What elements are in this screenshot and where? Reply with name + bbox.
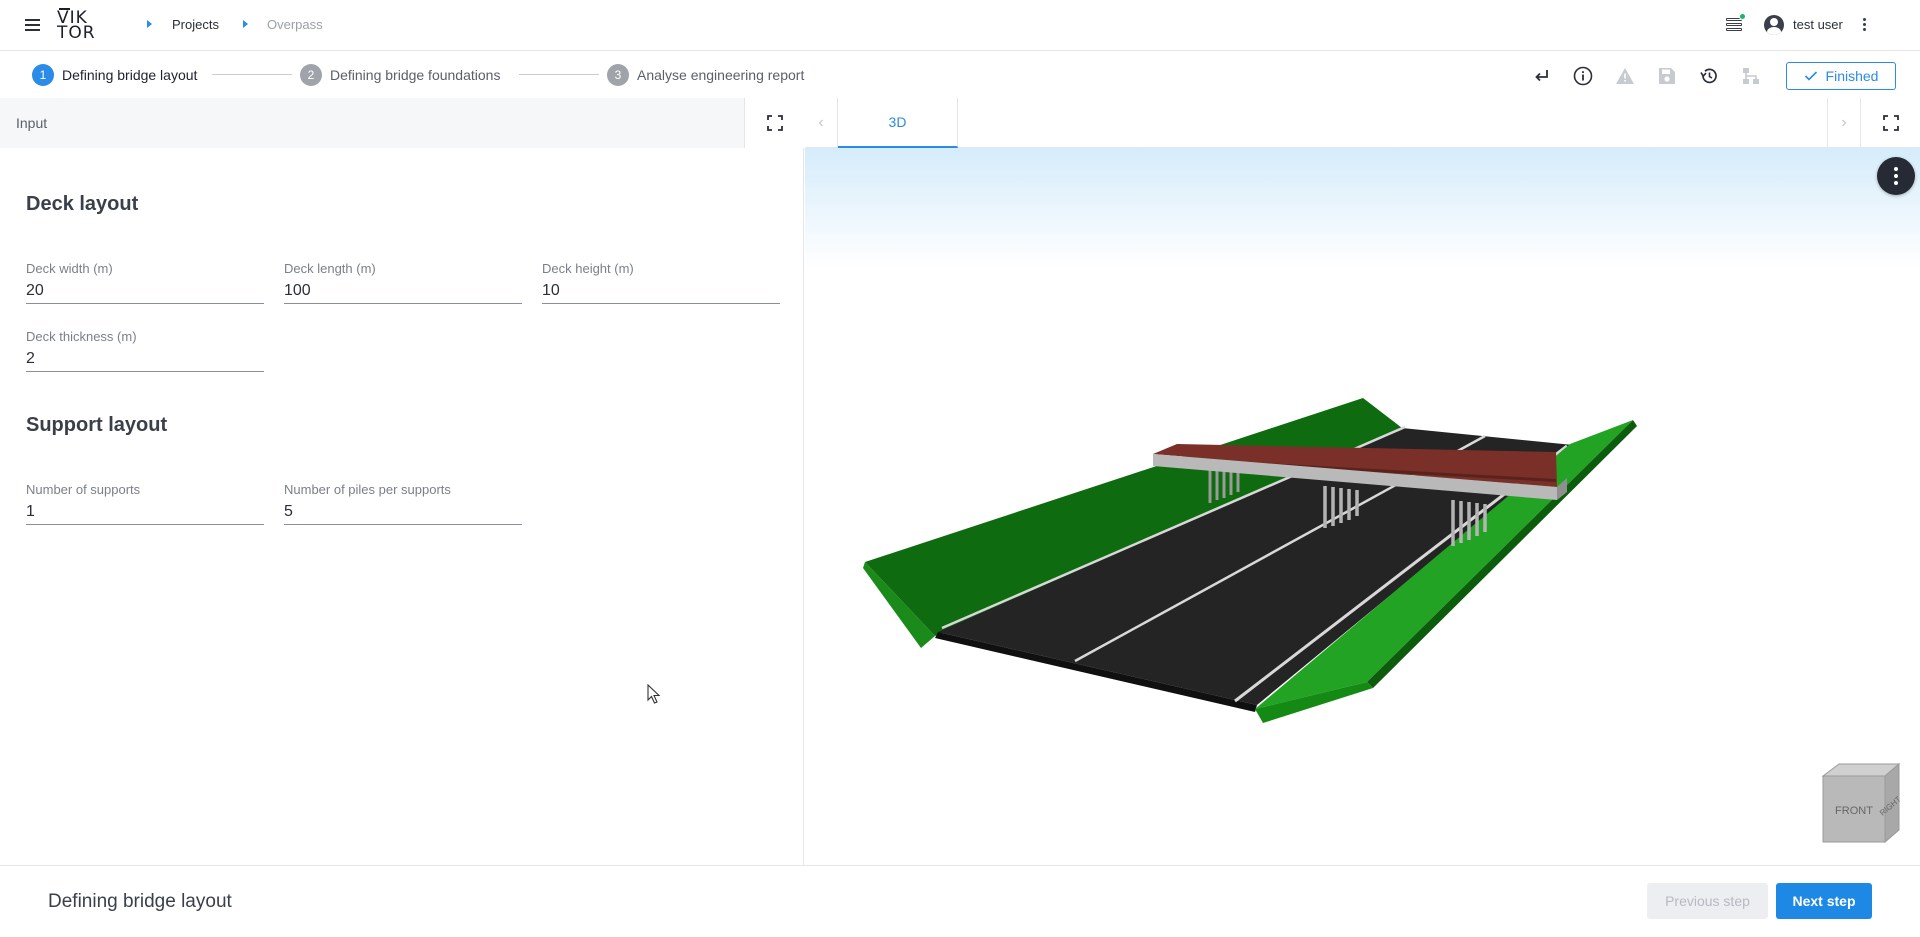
step-number: 3: [607, 64, 629, 86]
num-supports-field: Number of supports: [26, 482, 264, 528]
finished-label: Finished: [1825, 68, 1879, 84]
logo-line-2: TOR: [57, 23, 96, 43]
view-tabs: ‹ 3D ›: [805, 98, 1920, 148]
top-bar: VIK TOR Projects Overpass test user: [0, 0, 1920, 51]
viktor-logo[interactable]: VIK TOR: [57, 8, 101, 42]
check-icon: [1804, 71, 1817, 81]
history-icon[interactable]: [1698, 65, 1720, 87]
step-number: 1: [32, 64, 54, 86]
deck-thickness-field: Deck thickness (m): [26, 329, 264, 375]
status-dot: [1739, 13, 1746, 20]
step-connector: [519, 74, 599, 75]
navcube-front-label: FRONT: [1835, 805, 1873, 817]
breadcrumb-arrow-icon: [147, 20, 152, 28]
warning-icon[interactable]: [1614, 65, 1636, 87]
breadcrumb-projects[interactable]: Projects: [172, 17, 219, 32]
step-bar: 1 Defining bridge layout 2 Defining brid…: [0, 52, 1920, 98]
deck-width-input[interactable]: [26, 278, 264, 304]
menu-icon[interactable]: [22, 14, 44, 36]
tab-prev-icon[interactable]: ‹: [805, 98, 838, 148]
breadcrumb-overpass: Overpass: [267, 17, 323, 32]
navigation-cube[interactable]: FRONT RIGHT: [1819, 760, 1909, 850]
bridge-3d-scene: [863, 398, 1637, 723]
num-piles-input[interactable]: [284, 499, 522, 525]
step-1[interactable]: 1 Defining bridge layout: [32, 63, 197, 87]
deck-thickness-label: Deck thickness (m): [26, 329, 137, 344]
account-icon[interactable]: [1764, 15, 1784, 35]
num-supports-label: Number of supports: [26, 482, 141, 497]
step-label: Analyse engineering report: [637, 67, 805, 83]
mouse-cursor-icon: [647, 684, 661, 704]
return-icon[interactable]: [1531, 65, 1553, 87]
step-label: Defining bridge layout: [62, 67, 198, 83]
input-panel-header: Input: [0, 98, 744, 148]
current-step-title: Defining bridge layout: [48, 891, 232, 912]
footer-bar: Defining bridge layout Previous step Nex…: [0, 865, 1920, 937]
user-name[interactable]: test user: [1793, 17, 1843, 32]
step-connector: [212, 74, 292, 75]
num-piles-label: Number of piles per supports: [284, 482, 451, 497]
num-supports-input[interactable]: [26, 499, 264, 525]
deck-width-label: Deck width (m): [26, 261, 113, 276]
finished-button[interactable]: Finished: [1786, 62, 1896, 90]
support-layout-heading: Support layout: [26, 414, 168, 436]
step-3[interactable]: 3 Analyse engineering report: [607, 63, 804, 87]
input-panel-title: Input: [16, 115, 48, 131]
more-options-icon[interactable]: [1862, 17, 1868, 33]
deck-height-field: Deck height (m): [542, 261, 780, 307]
view-fullscreen-icon[interactable]: [1860, 98, 1920, 148]
hierarchy-icon[interactable]: [1740, 65, 1762, 87]
deck-length-label: Deck length (m): [284, 261, 376, 276]
step-2[interactable]: 2 Defining bridge foundations: [300, 63, 500, 87]
3d-viewer[interactable]: FRONT RIGHT: [805, 148, 1920, 865]
next-step-button[interactable]: Next step: [1776, 883, 1872, 919]
tab-3d[interactable]: 3D: [838, 98, 958, 148]
viewer-menu-icon[interactable]: [1877, 157, 1915, 195]
deck-layout-heading: Deck layout: [26, 193, 139, 215]
input-panel: Deck layout Deck width (m) Deck length (…: [0, 148, 804, 865]
notifications-list-icon[interactable]: [1724, 13, 1746, 36]
deck-length-field: Deck length (m): [284, 261, 522, 307]
step-number: 2: [300, 64, 322, 86]
step-label: Defining bridge foundations: [330, 67, 501, 83]
deck-thickness-input[interactable]: [26, 346, 264, 372]
deck-height-input[interactable]: [542, 278, 780, 304]
deck-height-label: Deck height (m): [542, 261, 634, 276]
save-icon[interactable]: [1656, 65, 1678, 87]
tab-next-icon[interactable]: ›: [1827, 98, 1860, 148]
deck-length-input[interactable]: [284, 278, 522, 304]
deck-width-field: Deck width (m): [26, 261, 264, 307]
info-icon[interactable]: [1572, 65, 1594, 87]
num-piles-field: Number of piles per supports: [284, 482, 522, 528]
previous-step-button[interactable]: Previous step: [1647, 883, 1768, 919]
breadcrumb-arrow-icon: [243, 20, 248, 28]
input-fullscreen-icon[interactable]: [744, 98, 804, 148]
